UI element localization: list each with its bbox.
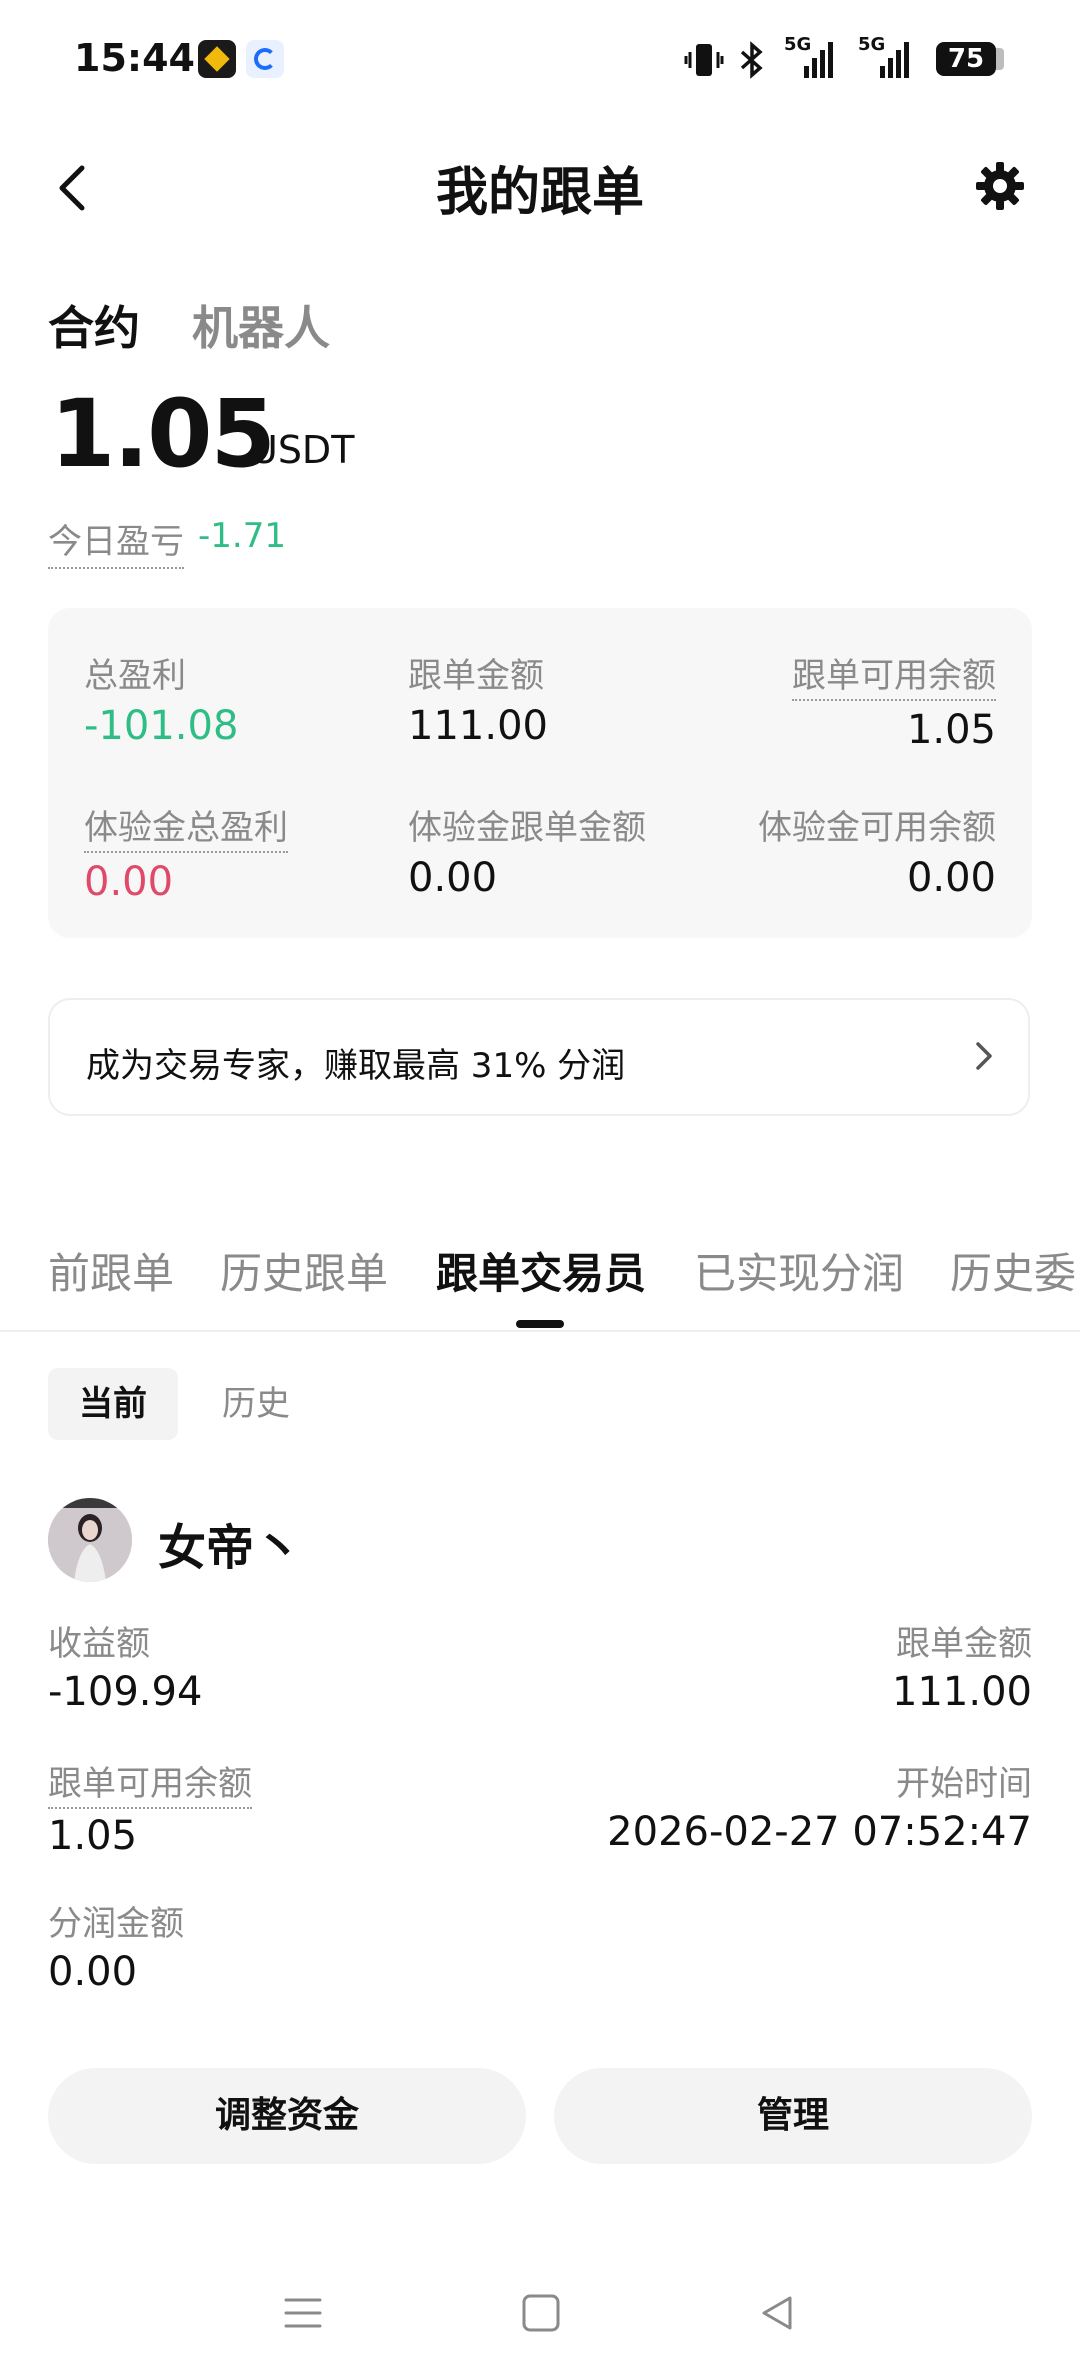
field-label[interactable]: 跟单可用余额	[48, 1756, 252, 1809]
avatar[interactable]	[48, 1498, 132, 1582]
active-tab-indicator	[516, 1320, 564, 1328]
filter-current[interactable]: 当前	[48, 1368, 178, 1440]
field-label: 分润金额	[48, 1904, 184, 1944]
stat-label: 总盈利	[84, 656, 186, 696]
bluetooth-icon	[740, 41, 763, 79]
trader-copy-amount: 跟单金额 111.00	[892, 1616, 1032, 1715]
tab-copy-traders[interactable]: 跟单交易员	[436, 1240, 646, 1301]
stat-copy-available: 跟单可用余额 1.05	[792, 648, 996, 753]
promo-text: 成为交易专家，赚取最高 31% 分润	[86, 1046, 626, 1086]
field-label: 开始时间	[896, 1764, 1032, 1804]
stat-total-profit: 总盈利 -101.08	[84, 648, 238, 749]
stat-label: 体验金跟单金额	[408, 808, 646, 848]
tab-robot[interactable]: 机器人	[192, 292, 330, 358]
balance-value: 1.05	[50, 380, 276, 489]
stat-value: 0.00	[408, 855, 498, 901]
tab-current-copy[interactable]: 前跟单	[48, 1240, 174, 1301]
trader-share-amount: 分润金额 0.00	[48, 1896, 184, 1995]
stat-trial-available: 体验金可用余额 0.00	[758, 800, 996, 901]
stat-value: -101.08	[84, 703, 239, 749]
stat-value: 0.00	[906, 855, 996, 901]
tab-history-copy[interactable]: 历史跟单	[220, 1240, 388, 1301]
trader-avatar-image	[48, 1498, 132, 1582]
stat-label: 跟单金额	[408, 656, 544, 696]
stat-value: 1.05	[906, 707, 996, 753]
status-time: 15:44	[74, 36, 195, 80]
page-title: 我的跟单	[435, 163, 644, 223]
field-value: 1.05	[48, 1813, 138, 1859]
stat-copy-amount: 跟单金额 111.00	[408, 648, 548, 749]
trader-profit: 收益额 -109.94	[48, 1616, 202, 1715]
tab-realized-share[interactable]: 已实现分润	[694, 1240, 904, 1301]
adjust-funds-button[interactable]: 调整资金	[48, 2068, 526, 2164]
trader-start-time: 开始时间 2026-02-27 07:52:47	[607, 1756, 1032, 1855]
gear-icon[interactable]	[974, 160, 1026, 212]
tab-contract[interactable]: 合约	[48, 292, 140, 358]
today-pnl-label[interactable]: 今日盈亏	[48, 514, 184, 569]
filter-history[interactable]: 历史	[222, 1368, 290, 1440]
tab-history-orders[interactable]: 历史委	[950, 1240, 1076, 1301]
signal-icon-2	[880, 42, 909, 78]
battery-level: 75	[936, 42, 996, 76]
menu-icon[interactable]	[282, 2292, 324, 2334]
field-label: 跟单金额	[896, 1624, 1032, 1664]
chevron-right-icon	[976, 1042, 992, 1070]
field-value: 111.00	[892, 1669, 1032, 1715]
field-label: 收益额	[48, 1624, 150, 1664]
manage-button[interactable]: 管理	[554, 2068, 1032, 2164]
stat-label[interactable]: 体验金总盈利	[84, 800, 288, 853]
trader-name[interactable]: 女帝丶	[158, 1508, 302, 1578]
stat-label: 体验金可用余额	[758, 808, 996, 848]
vibrate-icon	[684, 44, 724, 76]
stat-value: 0.00	[84, 859, 174, 905]
field-value: 0.00	[48, 1949, 138, 1995]
stats-card: 总盈利 -101.08 跟单金额 111.00 跟单可用余额 1.05 体验金总…	[48, 608, 1032, 938]
field-value: -109.94	[48, 1669, 203, 1715]
app-notification-icon	[246, 40, 284, 78]
trader-available: 跟单可用余额 1.05	[48, 1756, 252, 1859]
stat-label[interactable]: 跟单可用余额	[792, 648, 996, 701]
field-value: 2026-02-27 07:52:47	[607, 1809, 1032, 1855]
battery-icon	[996, 48, 1004, 70]
become-expert-banner[interactable]: 成为交易专家，赚取最高 31% 分润	[48, 998, 1030, 1116]
stat-trial-copy: 体验金跟单金额 0.00	[408, 800, 646, 901]
stat-value: 111.00	[408, 703, 548, 749]
home-icon[interactable]	[520, 2292, 562, 2334]
back-triangle-icon[interactable]	[756, 2292, 798, 2334]
binance-app-icon	[198, 40, 236, 78]
today-pnl-value: -1.71	[198, 516, 286, 556]
balance-unit: USDT	[250, 428, 355, 472]
copy-tabs: 前跟单 历史跟单 跟单交易员 已实现分润 历史委	[0, 1200, 1080, 1332]
stat-trial-profit: 体验金总盈利 0.00	[84, 800, 288, 905]
signal-icon	[804, 42, 833, 78]
